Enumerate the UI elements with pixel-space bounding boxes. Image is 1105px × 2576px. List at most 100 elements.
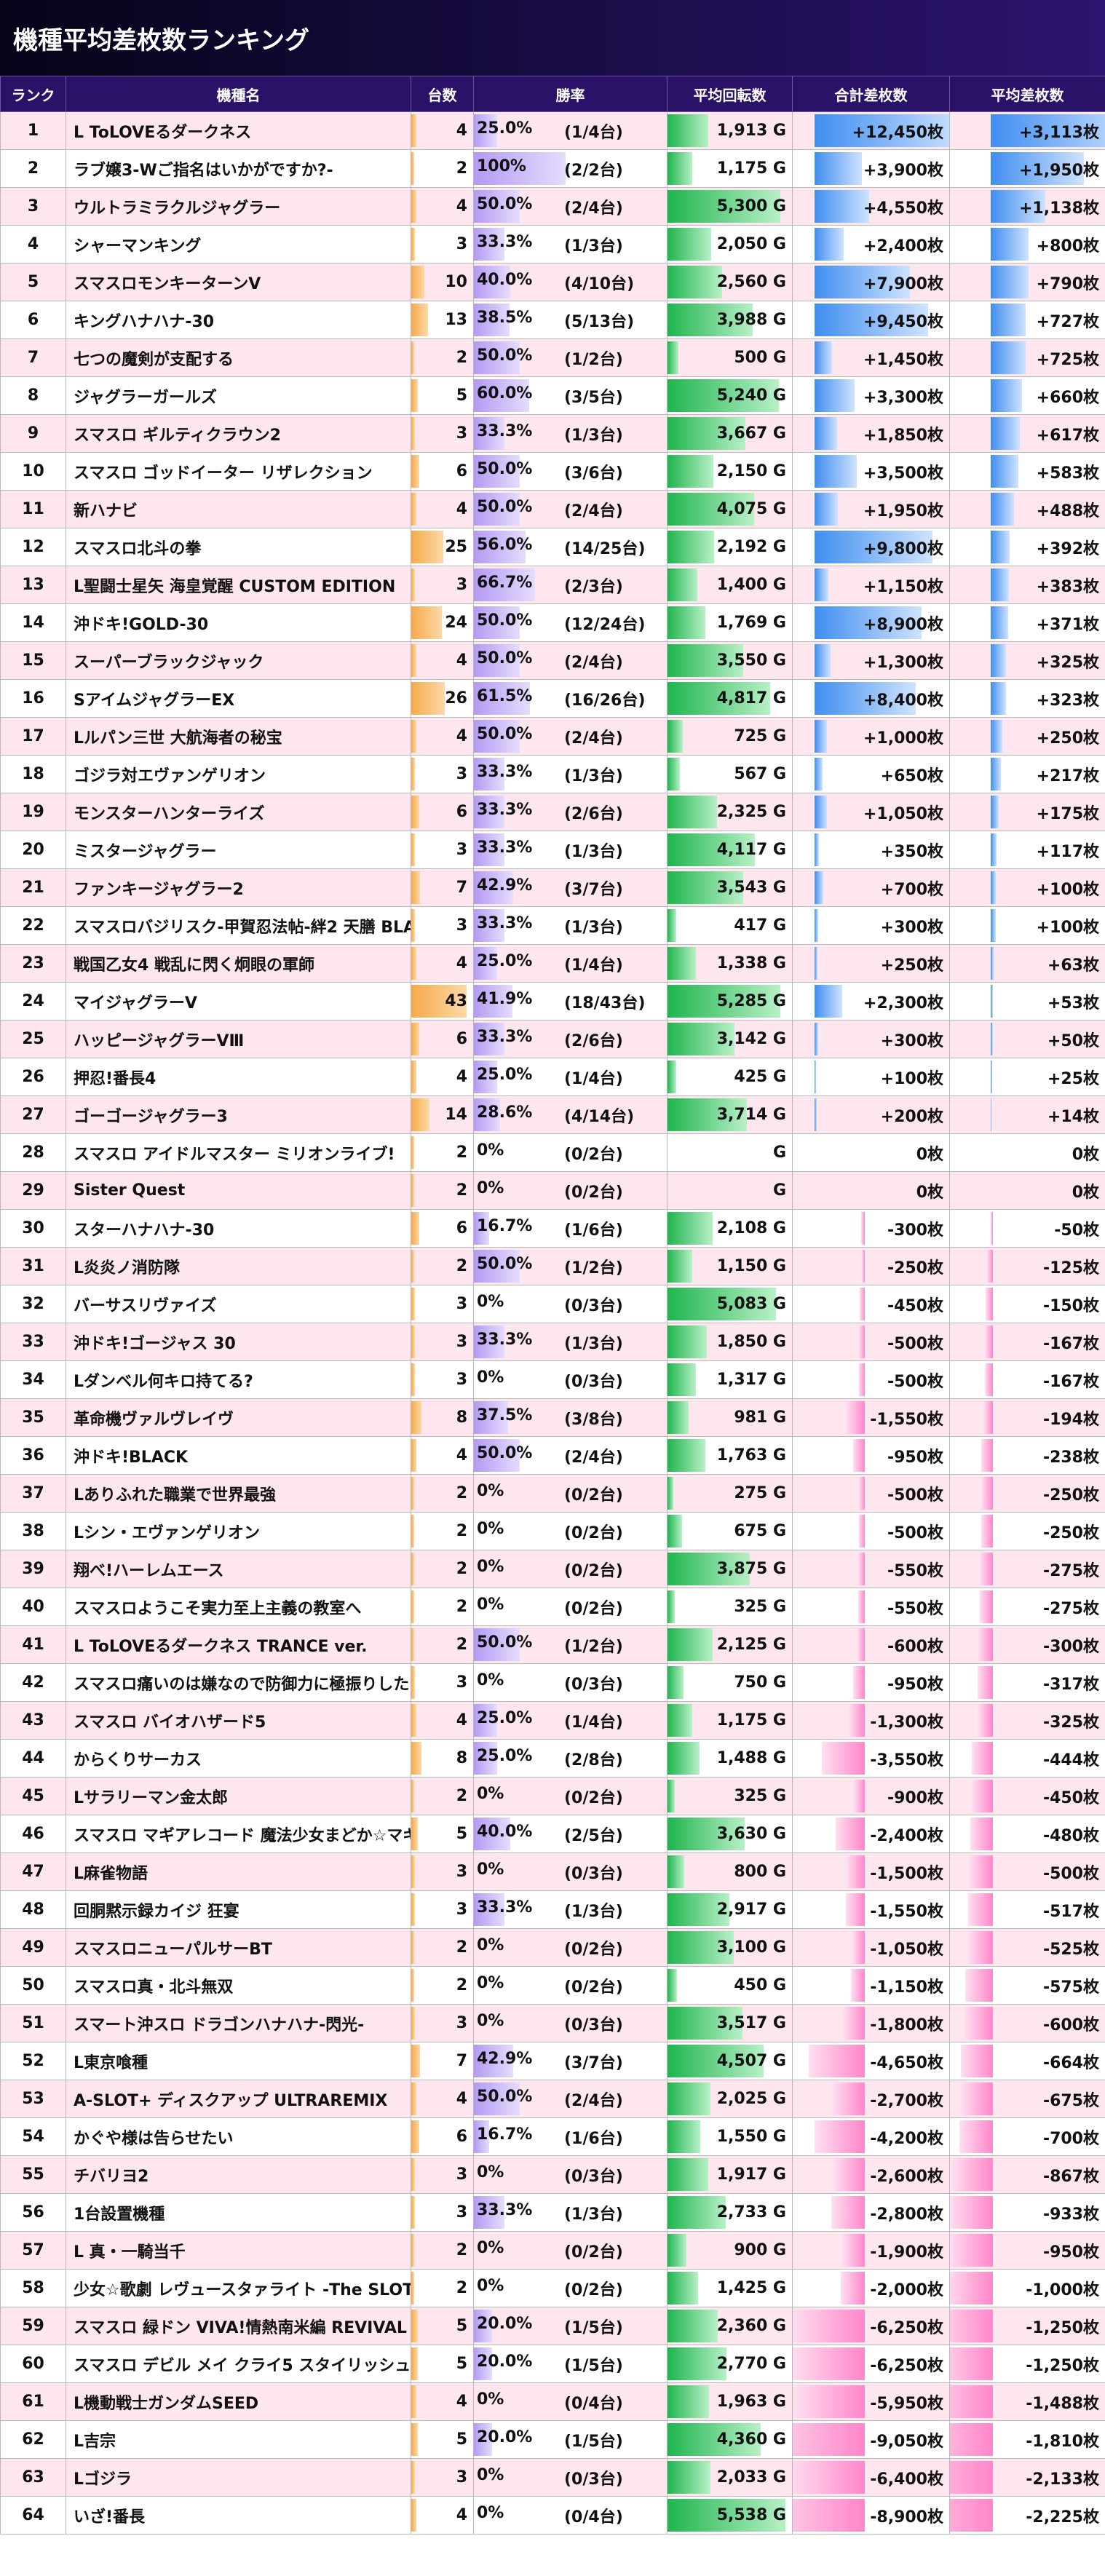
table-row[interactable]: 39 翔べ!ハーレムエース 2 0% (0/2台) 3,875 G -550枚 -275枚 — [0, 1550, 1105, 1588]
machine-name[interactable]: いざ!番長 — [66, 2496, 411, 2535]
table-row[interactable]: 55 チバリヨ2 3 0% (0/3台) 1,917 G -2,600枚 -867枚 — [0, 2155, 1105, 2194]
table-row[interactable]: 26 押忍!番長4 4 25.0% (1/4台) 425 G +100枚 +25枚 — [0, 1058, 1105, 1096]
table-row[interactable]: 50 スマスロ真・北斗無双 2 0% (0/2台) 450 G -1,150枚 -575枚 — [0, 1966, 1105, 2005]
machine-name[interactable]: 翔べ!ハーレムエース — [66, 1550, 411, 1588]
machine-name[interactable]: スマスロ北斗の拳 — [66, 528, 411, 566]
machine-name[interactable]: L 真・一騎当千 — [66, 2231, 411, 2270]
table-row[interactable]: 20 ミスタージャグラー 3 33.3% (1/3台) 4,117 G +350枚 +117枚 — [0, 831, 1105, 869]
machine-name[interactable]: ファンキージャグラー2 — [66, 868, 411, 907]
table-row[interactable]: 15 スーパーブラックジャック 4 50.0% (2/4台) 3,550 G +1,300枚… — [0, 641, 1105, 680]
table-row[interactable]: 58 少女☆歌劇 レヴュースタァライト -The SLOT- 2 0% (0/2台) 1,… — [0, 2269, 1105, 2307]
machine-name[interactable]: チバリヨ2 — [66, 2155, 411, 2194]
machine-name[interactable]: 回胴黙示録カイジ 狂宴 — [66, 1890, 411, 1929]
machine-name[interactable]: L東京喰種 — [66, 2042, 411, 2080]
machine-name[interactable]: スマート沖スロ ドラゴンハナハナ-閃光- — [66, 2004, 411, 2042]
machine-name[interactable]: L聖闘士星矢 海皇覚醒 CUSTOM EDITION — [66, 566, 411, 604]
table-row[interactable]: 23 戦国乙女4 戦乱に閃く炯眼の軍師 4 25.0% (1/4台) 1,338 G +25… — [0, 944, 1105, 983]
table-row[interactable]: 57 L 真・一騎当千 2 0% (0/2台) 900 G -1,900枚 -950枚 — [0, 2231, 1105, 2270]
machine-name[interactable]: 沖ドキ!ゴージャス 30 — [66, 1323, 411, 1361]
machine-name[interactable]: 革命機ヴァルヴレイヴ — [66, 1398, 411, 1437]
header-units[interactable]: 台数 — [411, 76, 474, 112]
machine-name[interactable]: スマスロニューパルサーBT — [66, 1928, 411, 1967]
table-row[interactable]: 37 Lありふれた職業で世界最強 2 0% (0/2台) 275 G -500枚 -250枚 — [0, 1474, 1105, 1513]
table-row[interactable]: 40 スマスロようこそ実力至上主義の教室へ 2 0% (0/2台) 325 G -550枚 -… — [0, 1588, 1105, 1626]
machine-name[interactable]: SアイムジャグラーEX — [66, 679, 411, 718]
machine-name[interactable]: スマスロ真・北斗無双 — [66, 1966, 411, 2005]
table-row[interactable]: 16 SアイムジャグラーEX 26 61.5% (16/26台) 4,817 G +8,40… — [0, 679, 1105, 718]
table-row[interactable]: 64 いざ!番長 4 0% (0/4台) 5,538 G -8,900枚 -2,225枚 — [0, 2496, 1105, 2535]
table-row[interactable]: 12 スマスロ北斗の拳 25 56.0% (14/25台) 2,192 G +9,800枚 +… — [0, 528, 1105, 566]
table-row[interactable]: 9 スマスロ ギルティクラウン2 3 33.3% (1/3台) 3,667 G +1,850… — [0, 414, 1105, 453]
table-row[interactable]: 32 バーサスリヴァイズ 3 0% (0/3台) 5,083 G -450枚 -150枚 — [0, 1285, 1105, 1323]
machine-name[interactable]: モンスターハンターライズ — [66, 793, 411, 831]
table-row[interactable]: 3 ウルトラミラクルジャグラー 4 50.0% (2/4台) 5,300 G +4,550枚… — [0, 187, 1105, 226]
table-row[interactable]: 53 A-SLOT+ ディスクアップ ULTRAREMIX 4 50.0% (2/4台)… — [0, 2080, 1105, 2118]
machine-name[interactable]: スターハナハナ-30 — [66, 1209, 411, 1248]
machine-name[interactable]: L ToLOVEるダークネス — [66, 111, 411, 150]
table-row[interactable]: 43 スマスロ バイオハザード5 4 25.0% (1/4台) 1,175 G -1,300… — [0, 1701, 1105, 1740]
machine-name[interactable]: Lゴジラ — [66, 2458, 411, 2497]
table-row[interactable]: 42スマスロ痛いのは嫌なので防御力に極振りしたいと思います。 3 0% (0/3台) 7… — [0, 1663, 1105, 1702]
machine-name[interactable]: スマスロモンキーターンV — [66, 263, 411, 301]
table-row[interactable]: 19 モンスターハンターライズ 6 33.3% (2/6台) 2,325 G +1,050枚… — [0, 793, 1105, 831]
machine-name[interactable]: スマスロ痛いのは嫌なので防御力に極振りしたいと思います。 — [66, 1663, 411, 1702]
machine-name[interactable]: 七つの魔剣が支配する — [66, 338, 411, 377]
machine-name[interactable]: スマスロ マギアレコード 魔法少女まどか☆マギカ外伝 — [66, 1815, 411, 1853]
table-row[interactable]: 48 回胴黙示録カイジ 狂宴 3 33.3% (1/3台) 2,917 G -1,550枚 -… — [0, 1890, 1105, 1929]
table-row[interactable]: 31 L炎炎ノ消防隊 2 50.0% (1/2台) 1,150 G -250枚 -125枚 — [0, 1247, 1105, 1285]
machine-name[interactable]: ゴジラ対エヴァンゲリオン — [66, 755, 411, 793]
machine-name[interactable]: スマスロ ゴッドイーター リザレクション — [66, 452, 411, 491]
table-row[interactable]: 61 L機動戦士ガンダムSEED 4 0% (0/4台) 1,963 G -5,950枚 -1… — [0, 2382, 1105, 2421]
machine-name[interactable]: 新ハナビ — [66, 490, 411, 528]
table-row[interactable]: 30 スターハナハナ-30 6 16.7% (1/6台) 2,108 G -300枚 -50枚 — [0, 1209, 1105, 1248]
table-row[interactable]: 29 Sister Quest 2 0% (0/2台) G 0枚 0枚 — [0, 1171, 1105, 1210]
table-row[interactable]: 21 ファンキージャグラー2 7 42.9% (3/7台) 3,543 G +700枚 +10… — [0, 868, 1105, 907]
machine-name[interactable]: Lありふれた職業で世界最強 — [66, 1474, 411, 1513]
machine-name[interactable]: かぐや様は告らせたい — [66, 2117, 411, 2156]
machine-name[interactable]: スマスロ ギルティクラウン2 — [66, 414, 411, 453]
table-row[interactable]: 60スマスロ デビル メイ クライ5 スタイリッシュトライブ 5 20.0% (1/5… — [0, 2345, 1105, 2383]
table-row[interactable]: 8 ジャグラーガールズ 5 60.0% (3/5台) 5,240 G +3,300枚 +660… — [0, 376, 1105, 415]
table-row[interactable]: 27 ゴーゴージャグラー3 14 28.6% (4/14台) 3,714 G +200枚 +1… — [0, 1095, 1105, 1134]
machine-name[interactable]: キングハナハナ-30 — [66, 301, 411, 339]
table-row[interactable]: 4 シャーマンキング 3 33.3% (1/3台) 2,050 G +2,400枚 +800枚 — [0, 225, 1105, 263]
machine-name[interactable]: A-SLOT+ ディスクアップ ULTRAREMIX — [66, 2080, 411, 2118]
table-row[interactable]: 41 L ToLOVEるダークネス TRANCE ver. 2 50.0% (1/2台)… — [0, 1625, 1105, 1664]
table-row[interactable]: 51 スマート沖スロ ドラゴンハナハナ-閃光- 3 0% (0/3台) 3,517 G -1… — [0, 2004, 1105, 2042]
table-row[interactable]: 59 スマスロ 緑ドン VIVA!情熱南米編 REVIVAL 5 20.0% (1/5台… — [0, 2307, 1105, 2345]
machine-name[interactable]: Lシン・エヴァンゲリオン — [66, 1512, 411, 1550]
table-row[interactable]: 63 Lゴジラ 3 0% (0/3台) 2,033 G -6,400枚 -2,133枚 — [0, 2458, 1105, 2497]
table-row[interactable]: 2 ラブ嬢3-Wご指名はいかがですか?- 2 100% (2/2台) 1,175 G +3,… — [0, 149, 1105, 188]
machine-name[interactable]: L吉宗 — [66, 2420, 411, 2459]
machine-name[interactable]: からくりサーカス — [66, 1739, 411, 1778]
machine-name[interactable]: Sister Quest — [66, 1171, 411, 1210]
table-row[interactable]: 10 スマスロ ゴッドイーター リザレクション 6 50.0% (3/6台) 2,150 … — [0, 452, 1105, 491]
machine-name[interactable]: スマスロ デビル メイ クライ5 スタイリッシュトライブ — [66, 2345, 411, 2383]
machine-name[interactable]: 少女☆歌劇 レヴュースタァライト -The SLOT- — [66, 2269, 411, 2307]
table-row[interactable]: 28 スマスロ アイドルマスター ミリオンライブ! 2 0% (0/2台) G 0枚 0枚 — [0, 1133, 1105, 1172]
table-row[interactable]: 22スマスロバジリスク-甲賀忍法帖-絆2 天膳 BLACK EDITION 3 33… — [0, 906, 1105, 945]
machine-name[interactable]: シャーマンキング — [66, 225, 411, 263]
table-row[interactable]: 33 沖ドキ!ゴージャス 30 3 33.3% (1/3台) 1,850 G -500枚 -1… — [0, 1323, 1105, 1361]
table-row[interactable]: 36 沖ドキ!BLACK 4 50.0% (2/4台) 1,763 G -950枚 -238枚 — [0, 1436, 1105, 1475]
table-row[interactable]: 56 1台設置機種 3 33.3% (1/3台) 2,733 G -2,800枚 -933枚 — [0, 2193, 1105, 2232]
table-row[interactable]: 34 Lダンベル何キロ持てる? 3 0% (0/3台) 1,317 G -500枚 -167枚 — [0, 1360, 1105, 1399]
table-row[interactable]: 62 L吉宗 5 20.0% (1/5台) 4,360 G -9,050枚 -1,810枚 — [0, 2420, 1105, 2459]
header-win-rate[interactable]: 勝率 — [473, 76, 668, 112]
table-row[interactable]: 54 かぐや様は告らせたい 6 16.7% (1/6台) 1,550 G -4,200枚 -7… — [0, 2117, 1105, 2156]
table-row[interactable]: 45 Lサラリーマン金太郎 2 0% (0/2台) 325 G -900枚 -450枚 — [0, 1777, 1105, 1815]
machine-name[interactable]: Lサラリーマン金太郎 — [66, 1777, 411, 1815]
machine-name[interactable]: ジャグラーガールズ — [66, 376, 411, 415]
table-row[interactable]: 52 L東京喰種 7 42.9% (3/7台) 4,507 G -4,650枚 -664枚 — [0, 2042, 1105, 2080]
machine-name[interactable]: 押忍!番長4 — [66, 1058, 411, 1096]
table-row[interactable]: 14 沖ドキ!GOLD-30 24 50.0% (12/24台) 1,769 G +8,90… — [0, 603, 1105, 642]
machine-name[interactable]: Lルパン三世 大航海者の秘宝 — [66, 717, 411, 756]
machine-name[interactable]: バーサスリヴァイズ — [66, 1285, 411, 1323]
table-row[interactable]: 38 Lシン・エヴァンゲリオン 2 0% (0/2台) 675 G -500枚 -250枚 — [0, 1512, 1105, 1550]
header-name[interactable]: 機種名 — [66, 76, 411, 112]
machine-name[interactable]: ハッピージャグラーVⅢ — [66, 1020, 411, 1058]
table-row[interactable]: 25 ハッピージャグラーVⅢ 6 33.3% (2/6台) 3,142 G +300枚 +50… — [0, 1020, 1105, 1058]
machine-name[interactable]: 沖ドキ!GOLD-30 — [66, 603, 411, 642]
machine-name[interactable]: ラブ嬢3-Wご指名はいかがですか?- — [66, 149, 411, 188]
table-row[interactable]: 7 七つの魔剣が支配する 2 50.0% (1/2台) 500 G +1,450枚 +725枚 — [0, 338, 1105, 377]
